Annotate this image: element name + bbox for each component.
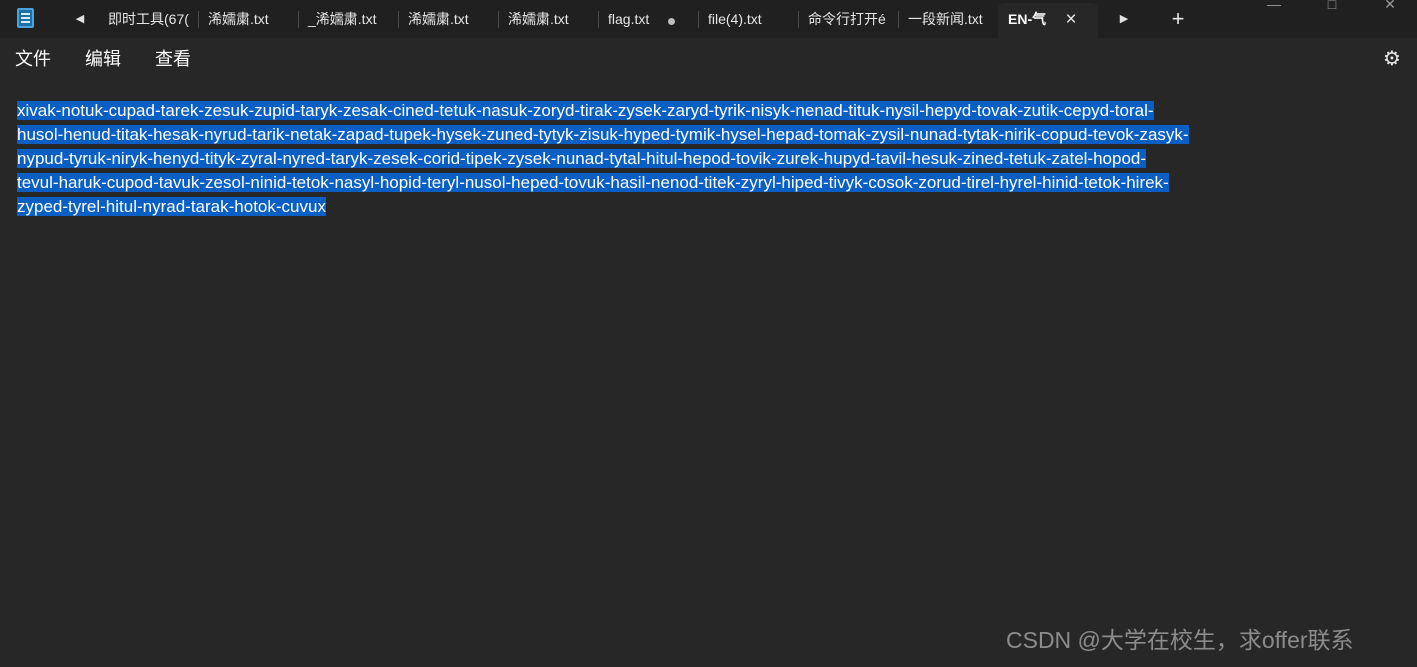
selected-text: husol-henud-titak-hesak-nyrud-tarik-neta…	[17, 125, 1189, 144]
tab-active[interactable]: EN-气 ×	[998, 3, 1098, 38]
close-window-icon[interactable]: ✕	[1370, 0, 1410, 12]
selected-text: zyped-tyrel-hitul-nyrad-tarak-hotok-cuvu…	[17, 197, 326, 216]
tab-file-4[interactable]: 浠嬬粛.txt	[498, 3, 598, 38]
menu-file[interactable]: 文件	[15, 48, 51, 70]
plus-icon[interactable]: +	[1166, 6, 1190, 32]
tab-label: flag.txt	[608, 11, 650, 27]
tab-flag[interactable]: flag.txt	[598, 3, 698, 38]
tab-news[interactable]: 一段新闻.txt	[898, 3, 998, 38]
tab-file-3[interactable]: 浠嬬粛.txt	[398, 3, 498, 38]
tab-file-1[interactable]: 浠嬬粛.txt	[198, 3, 298, 38]
maximize-icon[interactable]: □	[1312, 0, 1352, 12]
title-bar: ◀ 即时工具(67( 浠嬬粛.txt _浠嬬粛.txt 浠嬬粛.txt 浠嬬粛.…	[0, 0, 1417, 38]
text-line: husol-henud-titak-hesak-nyrud-tarik-neta…	[17, 123, 1189, 147]
menu-edit[interactable]: 编辑	[85, 48, 121, 70]
menu-view[interactable]: 查看	[155, 48, 191, 70]
tab-label: 浠嬬粛.txt	[208, 11, 269, 27]
text-line: xivak-notuk-cupad-tarek-zesuk-zupid-tary…	[17, 99, 1154, 123]
notepad-icon	[17, 8, 34, 28]
tab-label: 命令行打开é	[808, 11, 886, 27]
close-icon[interactable]: ×	[1062, 3, 1080, 36]
tab-file-2[interactable]: _浠嬬粛.txt	[298, 3, 398, 38]
tab-label: _浠嬬粛.txt	[308, 11, 377, 27]
tab-即时工具[interactable]: 即时工具(67(	[98, 3, 198, 38]
menu-bar: 文件 编辑 查看	[0, 38, 1417, 80]
text-editor[interactable]: xivak-notuk-cupad-tarek-zesuk-zupid-tary…	[0, 80, 1417, 667]
tab-label: 即时工具(67(	[108, 11, 189, 27]
unsaved-dot-icon	[668, 18, 675, 25]
caret-right-icon[interactable]: ▶	[1114, 9, 1134, 29]
tab-label: file(4).txt	[708, 11, 762, 27]
tab-label: 浠嬬粛.txt	[408, 11, 469, 27]
text-line: zyped-tyrel-hitul-nyrad-tarak-hotok-cuvu…	[17, 195, 326, 219]
gear-icon[interactable]: ⚙	[1381, 48, 1403, 70]
tab-label: 一段新闻.txt	[908, 11, 983, 27]
tab-file-5[interactable]: file(4).txt	[698, 3, 798, 38]
tab-label: EN-气	[1008, 11, 1047, 27]
caret-left-icon[interactable]: ◀	[70, 9, 90, 29]
selected-text: nypud-tyruk-niryk-henyd-tityk-zyral-nyre…	[17, 149, 1147, 168]
text-line: nypud-tyruk-niryk-henyd-tityk-zyral-nyre…	[17, 147, 1147, 171]
text-line: tevul-haruk-cupod-tavuk-zesol-ninid-teto…	[17, 171, 1169, 195]
tab-command-line[interactable]: 命令行打开é	[798, 3, 898, 38]
minimize-icon[interactable]: —	[1254, 0, 1294, 12]
watermark: CSDN @大学在校生，求offer联系	[1006, 627, 1354, 653]
selected-text: xivak-notuk-cupad-tarek-zesuk-zupid-tary…	[17, 101, 1154, 120]
tab-label: 浠嬬粛.txt	[508, 11, 569, 27]
selected-text: tevul-haruk-cupod-tavuk-zesol-ninid-teto…	[17, 173, 1169, 192]
